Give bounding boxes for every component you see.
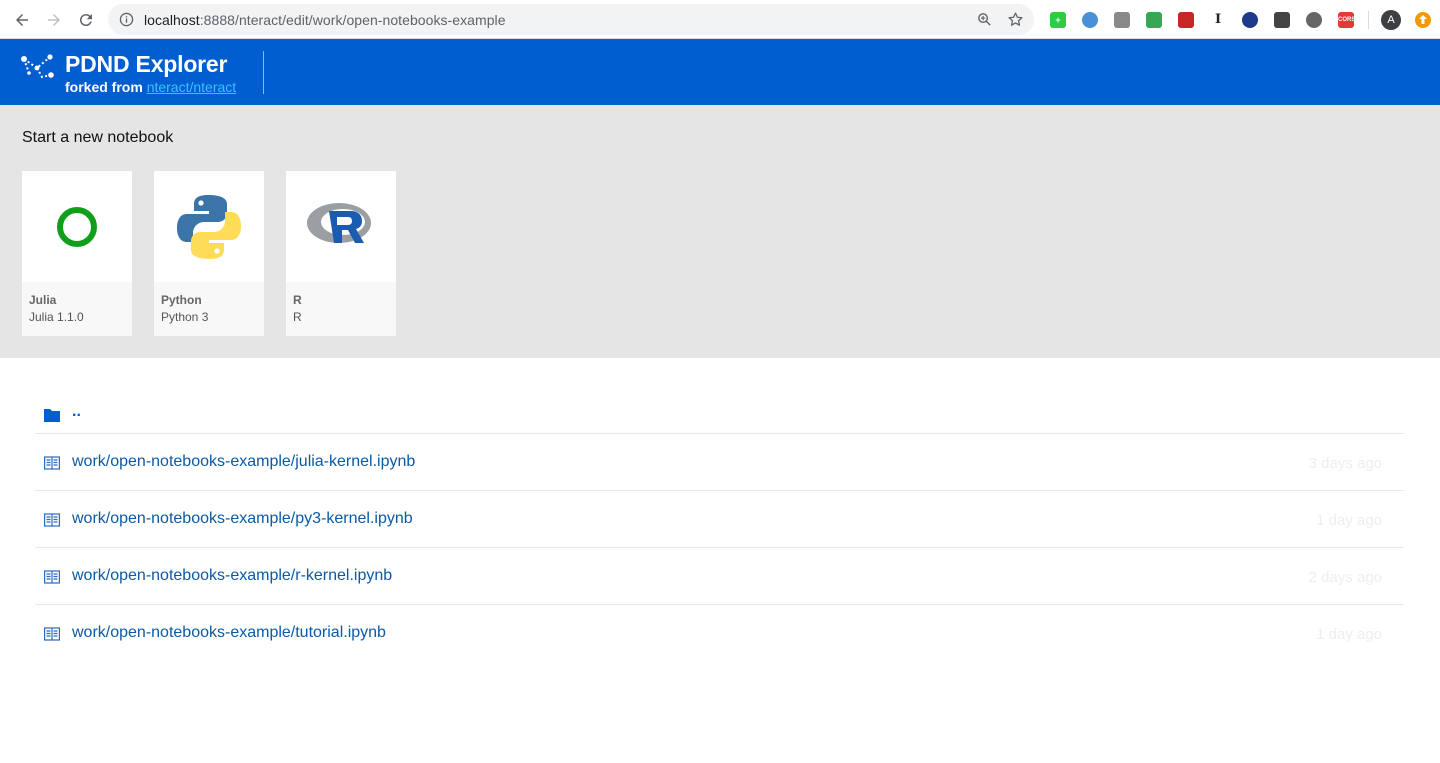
julia-logo-icon [22,171,132,282]
notebook-row[interactable]: work/open-notebooks-example/py3-kernel.i… [35,491,1404,548]
notebook-icon [44,627,60,641]
bookmark-star-icon[interactable] [1007,11,1024,28]
notebook-icon [44,570,60,584]
section-title: Start a new notebook [22,129,174,146]
modified-time: 1 day ago [1316,512,1382,529]
arrow-right-icon [48,14,60,26]
update-available-icon[interactable] [1407,0,1439,39]
notebook-link[interactable]: work/open-notebooks-example/py3-kernel.i… [72,510,413,528]
reload-icon [79,14,92,27]
python-logo-icon [154,171,264,282]
url-text: localhost:8888/nteract/edit/work/open-no… [144,11,506,28]
app-header: PDND Explorer forked from nteract/nterac… [0,39,1440,105]
address-bar[interactable]: localhost:8888/nteract/edit/work/open-no… [108,4,1034,35]
notebook-link[interactable]: work/open-notebooks-example/julia-kernel… [72,453,415,471]
notebook-row[interactable]: work/open-notebooks-example/tutorial.ipy… [35,605,1404,662]
cube-extension-icon[interactable] [1106,0,1138,39]
ring-extension-icon[interactable] [1298,0,1330,39]
app-title: PDND Explorer [65,51,228,77]
kernel-name: Python [161,293,202,307]
modified-time: 1 day ago [1316,626,1382,643]
modified-time: 3 days ago [1308,455,1382,472]
parent-directory-row[interactable]: .. [35,389,1404,434]
avatar-initial: A [1381,9,1401,30]
kernel-name: Julia [29,293,57,307]
kernel-card-julia[interactable]: Julia Julia 1.1.0 [22,171,132,336]
green-plus-extension-icon[interactable]: + [1042,0,1074,39]
extensions-bar: + I CORS A [1042,0,1439,39]
kernel-version: R [293,310,302,324]
notebook-link[interactable]: work/open-notebooks-example/r-kernel.ipy… [72,567,392,585]
profile-avatar[interactable]: A [1375,0,1407,39]
header-divider [263,51,264,94]
mask-extension-icon[interactable] [1266,0,1298,39]
new-notebook-section: Start a new notebook Julia Julia 1.1.0 P… [0,105,1440,358]
kernel-version: Python 3 [161,310,209,324]
modified-time: 2 days ago [1308,569,1382,586]
cors-extension-icon[interactable]: CORS [1330,0,1362,39]
nteract-repo-link[interactable]: nteract/nteract [147,79,237,95]
red-grid-extension-icon[interactable] [1170,0,1202,39]
forked-from-text: forked from nteract/nteract [65,79,237,95]
notebook-row[interactable]: work/open-notebooks-example/r-kernel.ipy… [35,548,1404,605]
blue-circle-extension-icon[interactable] [1074,0,1106,39]
arrow-left-icon [16,14,28,26]
notebook-link[interactable]: work/open-notebooks-example/tutorial.ipy… [72,624,386,642]
file-list: .. work/open-notebooks-example/julia-ker… [35,389,1404,662]
zoom-icon[interactable] [976,11,993,28]
notebook-row[interactable]: work/open-notebooks-example/julia-kernel… [35,434,1404,491]
toolbar-separator [1368,10,1369,29]
kernel-name: R [293,293,302,307]
nteract-logo-icon [21,54,54,79]
forward-button[interactable] [38,4,70,36]
kernel-card-python[interactable]: Python Python 3 [154,171,264,336]
browser-toolbar: localhost:8888/nteract/edit/work/open-no… [0,0,1440,39]
folder-icon [44,409,60,422]
cloud-extension-icon[interactable] [1138,0,1170,39]
parent-directory-link[interactable]: .. [72,403,81,421]
kernel-version: Julia 1.1.0 [29,310,84,324]
reload-button[interactable] [70,4,102,36]
kernel-card-r[interactable]: R R [286,171,396,336]
notebook-icon [44,513,60,527]
r-logo-icon [286,171,396,282]
back-button[interactable] [6,4,38,36]
info-icon[interactable] [118,12,134,28]
text-cursor-extension-icon[interactable]: I [1202,0,1234,39]
notebook-icon [44,456,60,470]
globe-extension-icon[interactable] [1234,0,1266,39]
